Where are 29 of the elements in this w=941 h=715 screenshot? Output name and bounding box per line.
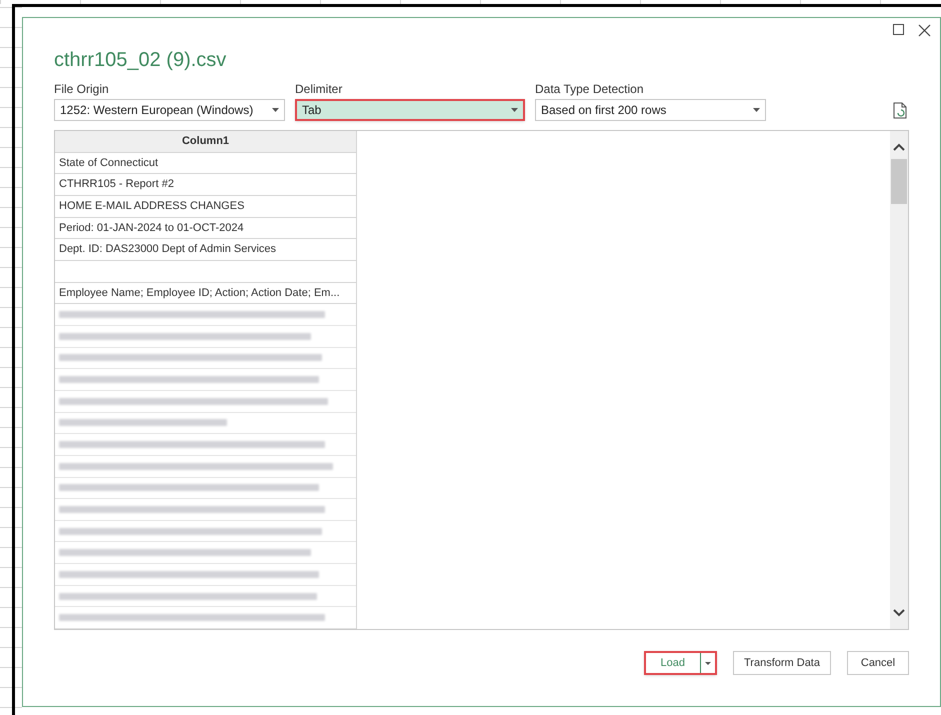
dropdown[interactable]: 1252: Western European (Windows) xyxy=(54,99,285,121)
dialog-button[interactable]: Cancel xyxy=(847,651,909,675)
vertical-scrollbar[interactable] xyxy=(890,131,908,629)
field-label: Delimiter xyxy=(295,81,344,97)
refresh-file-icon[interactable] xyxy=(893,102,907,119)
load-button[interactable]: Load xyxy=(646,653,701,673)
dialog-title: cthrr105_02 (9).csv xyxy=(54,48,228,73)
maximize-icon[interactable] xyxy=(893,24,904,35)
load-split-button[interactable]: Load xyxy=(644,651,717,675)
table-cell-text: Dept. ID: DAS23000 Dept of Admin Services xyxy=(59,242,276,258)
field-label: Data Type Detection xyxy=(535,81,645,97)
dialog-button[interactable]: Transform Data xyxy=(732,651,831,675)
caret-icon xyxy=(511,108,518,112)
caret-icon xyxy=(753,108,760,112)
caret-icon xyxy=(272,108,279,112)
dropdown[interactable]: Based on first 200 rows xyxy=(535,99,766,121)
caret-icon xyxy=(704,662,711,664)
table-cell-text: State of Connecticut xyxy=(59,156,158,171)
table-cell-text: Employee Name; Employee ID; Action; Action Date; Em... xyxy=(59,286,340,301)
scroll-up-icon[interactable] xyxy=(893,143,905,151)
table-cell-text: CTHRR105 - Report #2 xyxy=(59,177,174,192)
field-label: File Origin xyxy=(54,81,110,97)
scrollbar-thumb[interactable] xyxy=(891,159,907,204)
table-cell-text: HOME E-MAIL ADDRESS CHANGES xyxy=(59,199,244,214)
scroll-down-icon[interactable] xyxy=(893,609,905,617)
dropdown[interactable]: Tab xyxy=(295,99,525,121)
table-cell-text: Period: 01-JAN-2024 to 01-OCT-2024 xyxy=(59,220,244,236)
column-header: Column1 xyxy=(55,131,356,153)
close-icon[interactable] xyxy=(918,24,931,37)
